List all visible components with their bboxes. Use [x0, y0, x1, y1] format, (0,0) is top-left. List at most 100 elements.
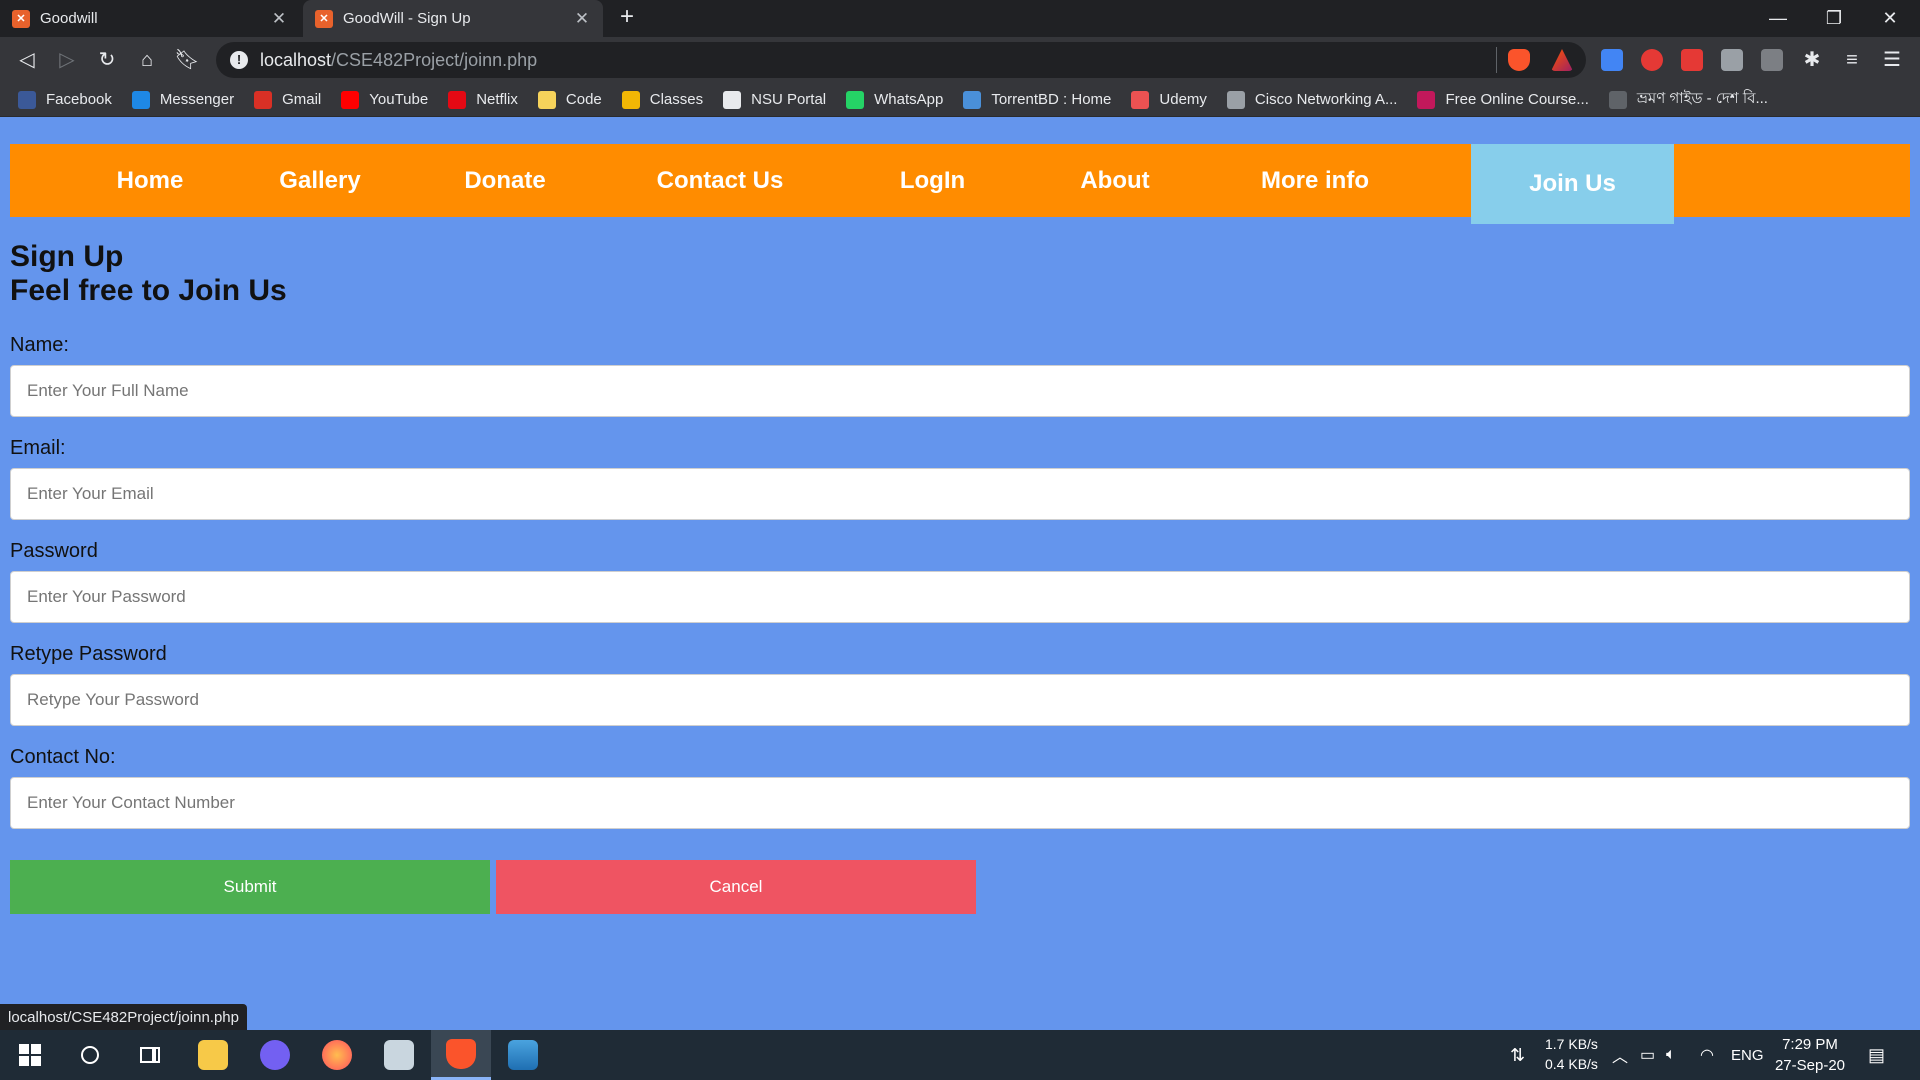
password-input[interactable] [10, 571, 1910, 623]
bookmark-classes[interactable]: Classes [621, 90, 703, 109]
viber-icon[interactable] [245, 1030, 305, 1080]
menu-icon[interactable]: ☰ [1879, 47, 1905, 73]
folder-glyph [198, 1040, 228, 1070]
windows-taskbar: ⇅ 1.7 KB/s 0.4 KB/s ︿ ▭ 🔈︎ ◠ ENG 7:29 PM… [0, 1030, 1920, 1080]
video-downloader-icon[interactable] [1681, 49, 1703, 71]
restore-button[interactable]: ❐ [1806, 0, 1862, 37]
close-tab-icon[interactable]: ✕ [573, 9, 591, 29]
bookmark-label: Messenger [159, 91, 235, 108]
task-view-icon[interactable] [120, 1030, 180, 1080]
location-pin-icon [1608, 90, 1627, 109]
browser-tab-strip: ✕ Goodwill ✕ ✕ GoodWill - Sign Up ✕ + — … [0, 0, 1920, 37]
bookmark-free-online-course[interactable]: Free Online Course... [1417, 90, 1589, 109]
bookmark-udemy[interactable]: Udemy [1131, 90, 1207, 109]
classroom-icon [621, 90, 640, 109]
action-center-icon[interactable]: ▤ [1868, 1030, 1885, 1080]
nav-contact-us[interactable]: Contact Us [605, 144, 835, 217]
brave-browser-icon[interactable] [431, 1030, 491, 1080]
page-title: Sign Up Feel free to Join Us [10, 240, 287, 308]
bookmark-cisco[interactable]: Cisco Networking A... [1226, 90, 1398, 109]
bookmark-label: WhatsApp [874, 91, 944, 108]
reload-icon[interactable]: ↻ [94, 47, 120, 73]
back-icon[interactable]: ◁ [14, 47, 40, 73]
chevron-up-icon[interactable]: ︿ [1612, 1030, 1628, 1080]
bookmark-code[interactable]: Code [537, 90, 602, 109]
whatsapp-icon [846, 90, 865, 109]
password-label: Password [10, 540, 98, 562]
xampp-icon: ✕ [315, 9, 333, 28]
bookmark-facebook[interactable]: Facebook [18, 90, 112, 109]
bookmark-label: Gmail [282, 91, 322, 108]
close-window-button[interactable]: ✕ [1862, 0, 1918, 37]
bookmark-label: TorrentBD : Home [991, 91, 1112, 108]
snipping-tool-icon[interactable] [369, 1030, 429, 1080]
facebook-icon [18, 90, 36, 109]
bookmark-netflix[interactable]: Netflix [448, 90, 518, 109]
minimize-button[interactable]: — [1750, 0, 1806, 37]
bookmark-torrentbd[interactable]: TorrentBD : Home [963, 90, 1112, 109]
google-translate-icon[interactable] [1601, 49, 1623, 71]
brave-glyph [446, 1038, 476, 1069]
bookmark-messenger[interactable]: Messenger [131, 90, 235, 109]
language-indicator[interactable]: ENG [1731, 1030, 1764, 1080]
system-clock[interactable]: 7:29 PM 27-Sep-20 [1768, 1034, 1852, 1076]
wifi-icon[interactable]: ◠ [1700, 1030, 1714, 1080]
new-tab-button[interactable]: + [614, 5, 640, 31]
nav-about[interactable]: About [1030, 144, 1200, 217]
messenger-icon [131, 90, 150, 109]
upload-speed: 0.4 KB/s [1545, 1056, 1598, 1072]
retype-password-input[interactable] [10, 674, 1910, 726]
ublock-icon[interactable] [1641, 49, 1663, 71]
photos-icon[interactable] [493, 1030, 553, 1080]
nav-login[interactable]: LogIn [835, 144, 1030, 217]
bookmark-label: Udemy [1159, 91, 1207, 108]
nav-home[interactable]: Home [65, 144, 235, 217]
search-circle-icon[interactable] [60, 1030, 120, 1080]
clock-date: 27-Sep-20 [1774, 1057, 1846, 1074]
course-icon [1417, 90, 1436, 109]
bookmark-label: Facebook [46, 91, 112, 108]
bookmark-icon[interactable]: 🔖︎ [174, 47, 200, 73]
home-icon[interactable]: ⌂ [134, 47, 160, 73]
extensions-puzzle-icon[interactable]: ✱ [1799, 47, 1825, 73]
firefox-icon[interactable] [307, 1030, 367, 1080]
email-input[interactable] [10, 468, 1910, 520]
volume-icon[interactable]: 🔈︎ [1666, 1030, 1676, 1080]
site-info-icon[interactable]: ! [230, 51, 248, 69]
browser-tab-goodwill[interactable]: ✕ Goodwill ✕ [0, 0, 300, 37]
bookmark-youtube[interactable]: YouTube [341, 90, 428, 109]
brave-shields-icon[interactable] [1508, 49, 1530, 71]
address-bar[interactable]: ! localhost/CSE482Project/joinn.php [216, 42, 1586, 78]
network-speed: 1.7 KB/s 0.4 KB/s [1545, 1034, 1598, 1074]
windows-start-icon[interactable] [0, 1030, 60, 1080]
nav-gallery[interactable]: Gallery [235, 144, 405, 217]
close-tab-icon[interactable]: ✕ [270, 9, 288, 29]
xampp-icon: ✕ [12, 9, 30, 28]
name-input[interactable] [10, 365, 1910, 417]
forward-icon[interactable]: ▷ [54, 47, 80, 73]
submit-button[interactable]: Submit [10, 860, 490, 914]
media-control-icon[interactable]: ≡ [1839, 47, 1865, 73]
file-explorer-icon[interactable] [183, 1030, 243, 1080]
browser-toolbar: ◁ ▷ ↻ ⌂ 🔖︎ ! localhost/CSE482Project/joi… [0, 37, 1920, 83]
youtube-icon [341, 90, 360, 109]
nav-more-info[interactable]: More info [1200, 144, 1430, 217]
browser-tab-signup[interactable]: ✕ GoodWill - Sign Up ✕ [303, 0, 603, 37]
nav-join-us[interactable]: Join Us [1471, 144, 1674, 224]
bookmark-gmail[interactable]: Gmail [254, 90, 322, 109]
toolbar-divider [1496, 47, 1497, 73]
nav-donate[interactable]: Donate [405, 144, 605, 217]
bookmark-whatsapp[interactable]: WhatsApp [846, 90, 944, 109]
cisco-icon [1226, 90, 1245, 109]
cancel-button[interactable]: Cancel [496, 860, 976, 914]
bookmark-label: Cisco Networking A... [1254, 91, 1398, 108]
battery-icon[interactable]: ▭ [1640, 1030, 1655, 1080]
download-extension-icon[interactable] [1761, 49, 1783, 71]
bookmark-travel-guide[interactable]: ভ্রমণ গাইড - দেশ বি... [1608, 87, 1768, 112]
copy-extension-icon[interactable] [1721, 49, 1743, 71]
bookmark-label: Netflix [476, 91, 518, 108]
viber-glyph [260, 1040, 290, 1070]
firefox-glyph [322, 1040, 352, 1070]
bookmark-nsu-portal[interactable]: NSU Portal [723, 90, 826, 109]
contact-input[interactable] [10, 777, 1910, 829]
